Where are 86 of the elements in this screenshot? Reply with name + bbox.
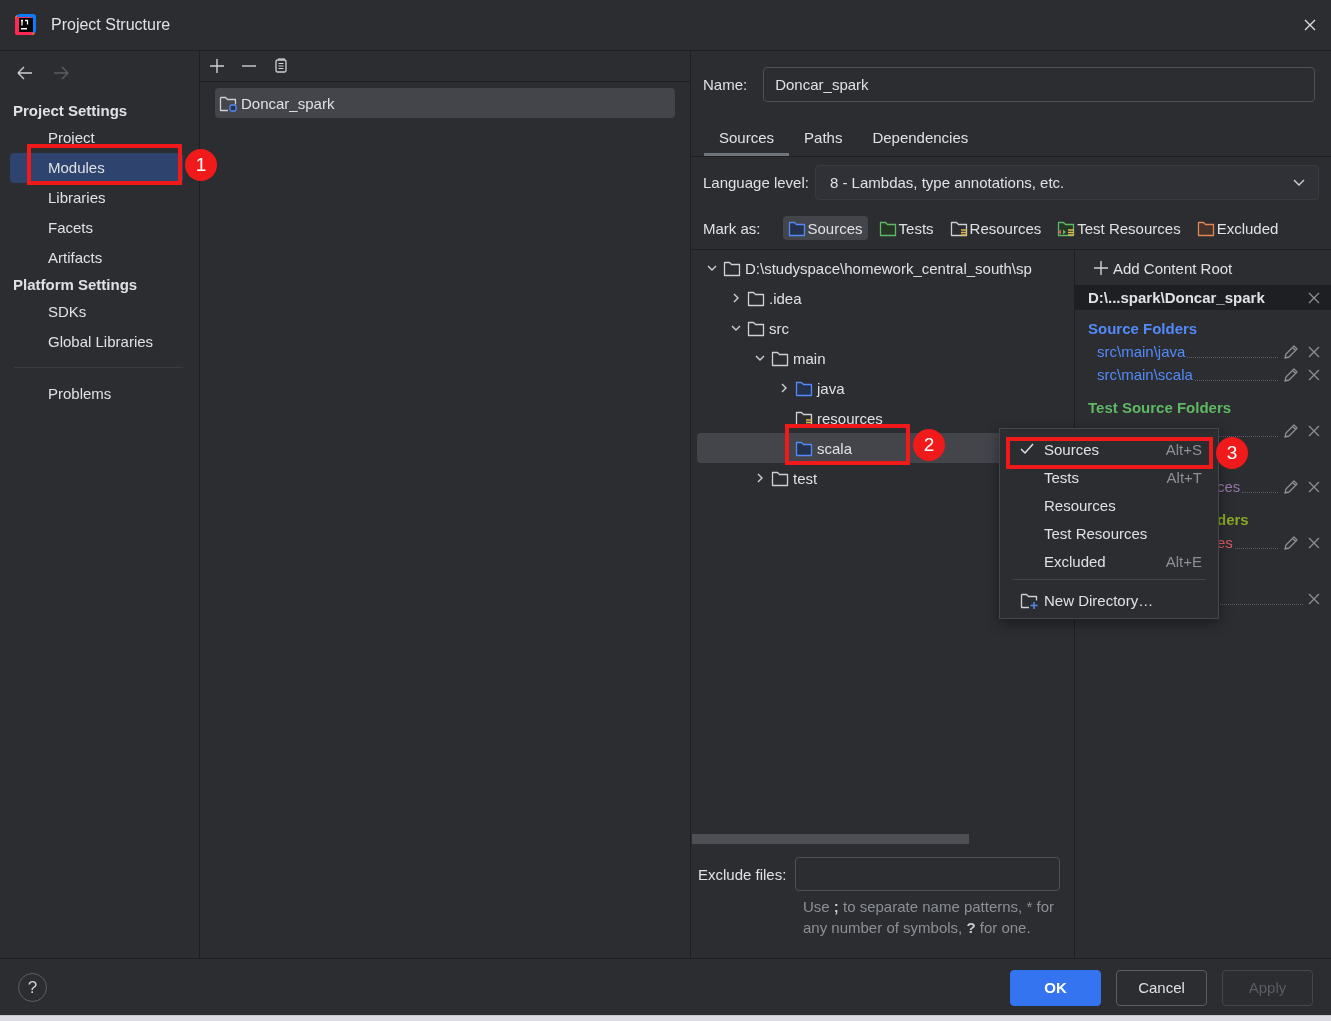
name-field[interactable]: Doncar_spark xyxy=(763,67,1315,102)
folder-icon xyxy=(795,439,813,457)
tab[interactable]: Dependencies xyxy=(857,121,984,156)
exclude-files-field[interactable] xyxy=(795,857,1061,891)
tree-node[interactable]: test xyxy=(705,463,818,493)
tree-node[interactable]: D:\studyspace\homework_central_south\sp xyxy=(705,253,1032,283)
edit-icon[interactable] xyxy=(1282,478,1299,495)
hint-text: Use ; to separate name patterns, * for any number of symbols, ? for one. xyxy=(803,897,1055,938)
section-heading: Platform Settings xyxy=(12,275,139,295)
sidebar-item[interactable]: SDKs xyxy=(10,297,183,327)
annotation-badge: 2 xyxy=(913,428,945,461)
menu-item[interactable]: Excluded Alt+E xyxy=(1012,549,1206,573)
remove-icon[interactable] xyxy=(1307,591,1321,606)
remove-icon[interactable] xyxy=(1307,367,1321,382)
folder-icon xyxy=(1196,219,1215,237)
add-icon xyxy=(1093,260,1109,276)
module-icon xyxy=(219,94,237,112)
horizontal-scrollbar[interactable] xyxy=(692,834,969,844)
folder-section-heading: Test Source Folders xyxy=(1088,399,1232,416)
sidebar-item[interactable]: Libraries xyxy=(10,183,183,213)
menu-item[interactable]: New Directory… xyxy=(1012,588,1206,612)
tree-node[interactable]: src xyxy=(705,313,789,343)
menu-item[interactable]: Test Resources xyxy=(1012,521,1206,545)
mark-as-button[interactable]: Test Resources xyxy=(1052,216,1186,240)
close-icon[interactable] xyxy=(1307,290,1321,305)
copy-icon[interactable] xyxy=(272,57,290,75)
tree-node[interactable]: resources xyxy=(705,403,883,433)
folder-section-heading: ders xyxy=(1217,511,1249,528)
menu-item[interactable]: Tests Alt+T xyxy=(1012,465,1206,489)
field-label: Exclude files: xyxy=(698,865,787,883)
menu-item[interactable]: Sources Alt+S xyxy=(1012,437,1206,461)
sidebar-item[interactable]: Problems xyxy=(10,379,183,409)
mark-as-button[interactable]: Resources xyxy=(944,216,1047,240)
sidebar-item[interactable]: Project xyxy=(10,123,183,153)
annotation-badge: 1 xyxy=(185,148,217,181)
mark-as-button[interactable]: Tests xyxy=(873,216,939,240)
tree-node[interactable]: java xyxy=(705,373,845,403)
folder-icon xyxy=(795,379,813,397)
folder-path: src\main\scala xyxy=(1097,366,1193,383)
add-icon[interactable] xyxy=(208,57,226,75)
annotation-badge: 3 xyxy=(1216,437,1248,469)
module-item[interactable]: Doncar_spark xyxy=(215,88,675,118)
app-logo-icon xyxy=(15,14,37,36)
sidebar-item[interactable]: Global Libraries xyxy=(10,327,183,357)
tree-node[interactable]: main xyxy=(705,343,826,373)
language-level-dropdown[interactable]: 8 - Lambdas, type annotations, etc. xyxy=(814,164,1319,200)
folder-icon xyxy=(747,319,765,337)
remove-icon[interactable] xyxy=(1307,479,1321,494)
mark-as-button[interactable]: Excluded xyxy=(1191,216,1284,240)
sidebar-item[interactable]: Artifacts xyxy=(10,243,183,273)
content-root-path: D:\...spark\Doncar_spark xyxy=(1088,289,1265,306)
sidebar-item[interactable]: Facets xyxy=(10,213,183,243)
dialog-button[interactable]: OK xyxy=(1010,969,1101,1006)
checkmark-icon xyxy=(1020,442,1034,456)
add-content-root-button[interactable]: Add Content Root xyxy=(1075,253,1331,283)
mark-as-button[interactable]: Sources xyxy=(782,216,868,240)
field-label: Language level: xyxy=(703,173,809,191)
folder-icon xyxy=(787,219,806,237)
edit-icon[interactable] xyxy=(1282,534,1299,551)
tree-node[interactable]: .idea xyxy=(705,283,802,313)
folder-icon xyxy=(747,289,765,307)
tab[interactable]: Paths xyxy=(789,121,858,156)
folder-icon xyxy=(795,409,813,427)
folder-icon xyxy=(1057,219,1076,237)
field-label: Mark as: xyxy=(703,219,761,237)
edit-icon[interactable] xyxy=(1282,343,1299,360)
folder-path: src\main\java xyxy=(1097,343,1186,360)
field-label: Name: xyxy=(703,76,748,93)
window-title: Project Structure xyxy=(51,16,172,34)
folder-section-heading: Source Folders xyxy=(1088,320,1198,337)
edit-icon[interactable] xyxy=(1282,366,1299,383)
sidebar-item[interactable]: Modules xyxy=(10,153,183,183)
dialog-button[interactable]: Cancel xyxy=(1116,969,1207,1006)
remove-icon[interactable] xyxy=(1307,535,1321,550)
remove-icon[interactable] xyxy=(1307,423,1321,438)
remove-icon[interactable] xyxy=(1307,344,1321,359)
tab[interactable]: Sources xyxy=(704,121,790,156)
edit-icon[interactable] xyxy=(1282,422,1299,439)
section-heading: Project Settings xyxy=(12,101,129,121)
back-arrow-icon[interactable] xyxy=(16,65,34,81)
folder-icon xyxy=(771,349,789,367)
menu-item[interactable]: Resources xyxy=(1012,493,1206,517)
folder-icon xyxy=(771,469,789,487)
folder-icon xyxy=(723,259,741,277)
folder-icon xyxy=(878,219,897,237)
folder-icon xyxy=(949,219,968,237)
